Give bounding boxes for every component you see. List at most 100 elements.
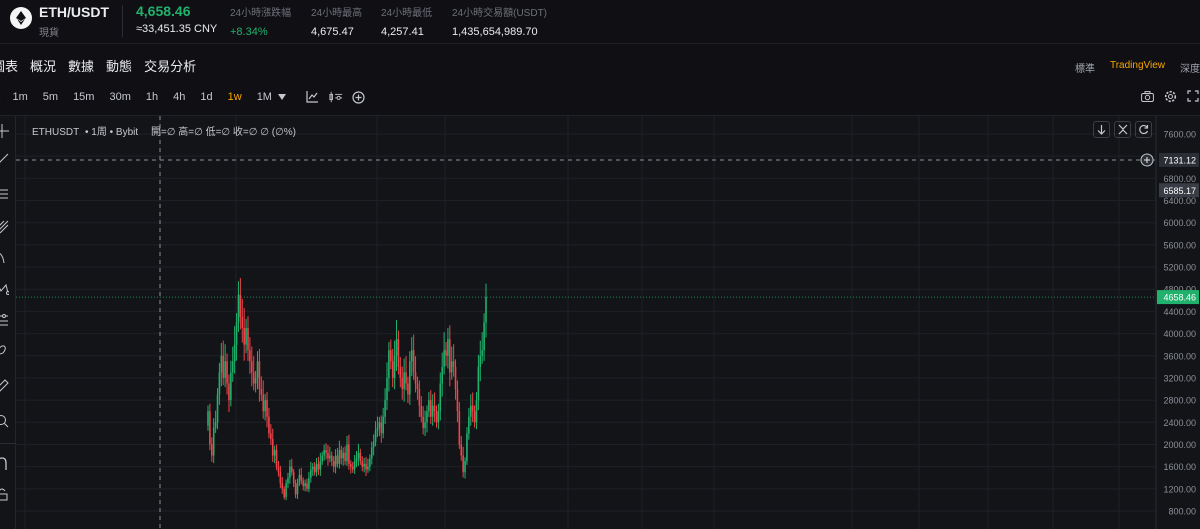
stat-value: 4,257.41	[381, 26, 424, 38]
candle-body	[401, 377, 404, 390]
camera-icon[interactable]	[1140, 89, 1154, 103]
interval-1M[interactable]: 1M	[257, 91, 272, 103]
magnet-icon[interactable]	[0, 457, 9, 471]
candle-body	[224, 361, 226, 378]
candle-body	[334, 455, 337, 467]
chart-area[interactable]: 800.00 1200.00 1600.00 2000.00 2400.00 2800.0…	[0, 115, 1200, 529]
candle-body	[270, 433, 272, 439]
candle-body	[426, 411, 428, 423]
candle-body	[397, 339, 400, 367]
ruler-icon[interactable]	[0, 379, 9, 393]
interval-1m[interactable]: 1m	[13, 91, 28, 103]
candle-body	[449, 339, 451, 373]
scroll-down-button[interactable]	[1093, 121, 1110, 138]
tab-chart[interactable]: 圖表	[0, 56, 18, 74]
interval-seconds[interactable]: s	[0, 91, 1, 103]
candle-body	[464, 461, 466, 473]
candle-body	[233, 344, 236, 362]
candle-body	[298, 474, 301, 484]
interval-4h[interactable]: 4h	[173, 91, 185, 103]
tab-trade-analysis[interactable]: 交易分析	[144, 56, 196, 74]
stat-label: 24小時漲跌幅	[230, 8, 292, 19]
price-chart[interactable]: 800.00 1200.00 1600.00 2000.00 2400.00 2800.0…	[0, 116, 1200, 529]
interval-30m[interactable]: 30m	[109, 91, 130, 103]
horizontal-lines-icon[interactable]	[0, 187, 9, 201]
add-icon[interactable]	[352, 90, 366, 104]
indicator-icon[interactable]	[306, 90, 320, 104]
y-axis-tick-label: 3600.00	[1163, 351, 1196, 361]
candle-body	[374, 430, 377, 442]
settings-icon[interactable]	[1163, 89, 1177, 103]
candle-body	[249, 350, 251, 362]
candle-body	[450, 361, 453, 373]
candle-body	[389, 350, 392, 362]
tab-data[interactable]: 數據	[68, 56, 94, 74]
candle-body	[342, 452, 344, 459]
candle-body	[475, 400, 478, 423]
pitchfork-icon[interactable]	[0, 220, 9, 234]
view-tradingview[interactable]: TradingView	[1110, 60, 1165, 75]
cursor-icon[interactable]	[0, 124, 9, 138]
candle-body	[304, 483, 306, 487]
tab-activity[interactable]: 動態	[106, 56, 132, 74]
candle-body	[428, 400, 430, 412]
candle-body	[357, 452, 360, 459]
fullscreen-icon[interactable]	[1186, 89, 1200, 103]
candle-body	[262, 394, 265, 412]
candle-body	[319, 461, 322, 470]
chart-style-icon[interactable]	[329, 90, 343, 104]
y-axis-tick-label: 5200.00	[1163, 263, 1196, 273]
candle-body	[409, 361, 411, 395]
interval-1h[interactable]: 1h	[146, 91, 158, 103]
arrow-down-icon	[1097, 124, 1106, 135]
candle-body	[317, 463, 320, 470]
candle-body	[445, 350, 447, 356]
y-axis-tick-label: 2400.00	[1163, 418, 1196, 428]
candle-body	[393, 355, 396, 378]
text-icon[interactable]	[0, 343, 9, 357]
pair-name[interactable]: ETH/USDT	[39, 4, 109, 20]
interval-1w[interactable]: 1w	[228, 91, 242, 103]
candle-body	[380, 422, 383, 434]
candle-body	[313, 466, 316, 473]
candle-body	[315, 463, 318, 473]
candle-body	[458, 411, 461, 445]
chart-right-tools	[1131, 89, 1200, 103]
reset-chart-button[interactable]	[1135, 121, 1152, 138]
interval-1d[interactable]: 1d	[200, 91, 212, 103]
y-axis-tick-label: 4000.00	[1163, 329, 1196, 339]
candle-body	[332, 461, 335, 467]
stat-value: 1,435,654,989.70	[452, 26, 538, 38]
view-depth[interactable]: 深度	[1180, 60, 1200, 75]
candle-body	[220, 355, 223, 373]
chart-legend: ETHUSDT • 1周 • Bybit 開=∅ 高=∅ 低=∅ 收=∅ ∅ (…	[32, 123, 296, 138]
candle-body	[308, 477, 310, 489]
candle-body	[391, 361, 394, 378]
candle-body	[241, 316, 244, 329]
lock-icon[interactable]	[0, 487, 9, 501]
interval-5m[interactable]: 5m	[43, 91, 58, 103]
candle-body	[370, 447, 373, 459]
chevron-down-icon[interactable]	[277, 94, 286, 100]
tab-overview[interactable]: 概況	[30, 56, 56, 74]
collapse-button[interactable]	[1114, 121, 1131, 138]
measure-icon[interactable]	[0, 313, 9, 327]
candle-body	[294, 483, 297, 495]
view-standard[interactable]: 標準	[1075, 60, 1095, 75]
candle-body	[410, 350, 413, 362]
candle-body	[321, 455, 324, 462]
candle-body	[363, 463, 365, 467]
candle-body	[247, 328, 249, 351]
y-axis-tick-label: 3200.00	[1163, 373, 1196, 383]
brush-icon[interactable]	[0, 251, 9, 265]
pattern-icon[interactable]	[0, 281, 9, 295]
zoom-icon[interactable]	[0, 414, 9, 428]
candle-body	[290, 466, 293, 473]
candle-body	[277, 466, 280, 473]
candle-body	[483, 322, 485, 351]
candle-body	[429, 400, 432, 417]
candle-body	[414, 372, 417, 384]
interval-15m[interactable]: 15m	[73, 91, 94, 103]
candle-body	[268, 416, 270, 434]
trend-line-icon[interactable]	[0, 153, 9, 167]
